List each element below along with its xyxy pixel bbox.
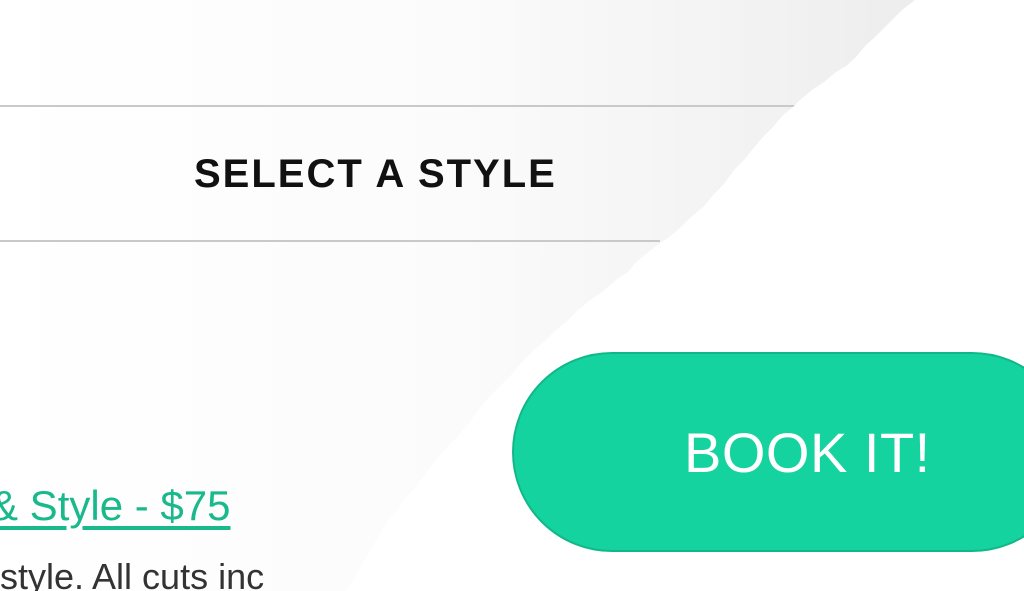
service-link[interactable]: & Style - $75: [0, 482, 230, 530]
divider-top: [0, 105, 810, 107]
service-description: style. All cuts inc: [0, 556, 265, 591]
divider-bottom: [0, 240, 660, 242]
page: SELECT A STYLE & Style - $75 style. All …: [0, 0, 1024, 591]
book-it-label: BOOK IT!: [684, 420, 931, 484]
book-it-button[interactable]: BOOK IT!: [512, 352, 1024, 552]
section-title: SELECT A STYLE: [194, 152, 557, 196]
